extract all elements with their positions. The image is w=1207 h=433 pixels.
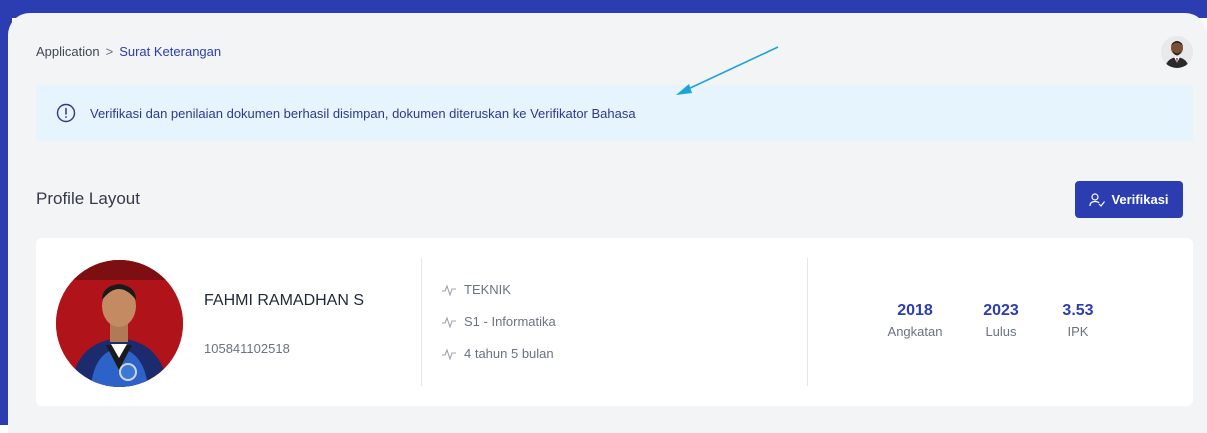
faculty-text: TEKNIK — [464, 282, 511, 297]
stat-angkatan-value: 2018 — [897, 302, 933, 319]
breadcrumb: Application > Surat Keterangan — [36, 44, 221, 59]
column-divider — [421, 258, 422, 386]
stat-angkatan: 2018 Angkatan — [882, 302, 948, 339]
stat-lulus-value: 2023 — [983, 302, 1019, 319]
info-program: S1 - Informatika — [442, 314, 556, 329]
breadcrumb-separator: > — [105, 44, 114, 59]
stat-angkatan-label: Angkatan — [887, 324, 943, 339]
student-id: 105841102518 — [204, 341, 290, 356]
info-duration: 4 tahun 5 bulan — [442, 346, 554, 361]
breadcrumb-current[interactable]: Surat Keterangan — [119, 44, 221, 59]
program-text: S1 - Informatika — [464, 314, 556, 329]
info-faculty: TEKNIK — [442, 282, 511, 297]
stat-ipk: 3.53 IPK — [1054, 302, 1102, 339]
column-divider — [807, 258, 808, 386]
student-name: FAHMI RAMADHAN S — [204, 292, 365, 309]
stat-ipk-label: IPK — [1067, 324, 1089, 339]
user-avatar[interactable] — [1161, 36, 1193, 68]
success-alert: Verifikasi dan penilaian dokumen berhasi… — [36, 85, 1193, 141]
verify-button[interactable]: Verifikasi — [1075, 181, 1183, 218]
pulse-icon — [442, 347, 456, 360]
stat-lulus-label: Lulus — [985, 324, 1017, 339]
alert-message: Verifikasi dan penilaian dokumen berhasi… — [90, 105, 636, 121]
stat-lulus: 2023 Lulus — [972, 302, 1030, 339]
user-check-icon — [1089, 192, 1106, 207]
info-circle-icon — [56, 103, 76, 123]
section-title: Profile Layout — [36, 189, 140, 208]
pulse-icon — [442, 315, 456, 328]
duration-text: 4 tahun 5 bulan — [464, 346, 554, 361]
verify-button-label: Verifikasi — [1111, 192, 1169, 207]
pulse-icon — [442, 283, 456, 296]
stat-ipk-value: 3.53 — [1062, 302, 1094, 319]
breadcrumb-root[interactable]: Application — [36, 44, 100, 59]
profile-photo — [56, 260, 183, 387]
